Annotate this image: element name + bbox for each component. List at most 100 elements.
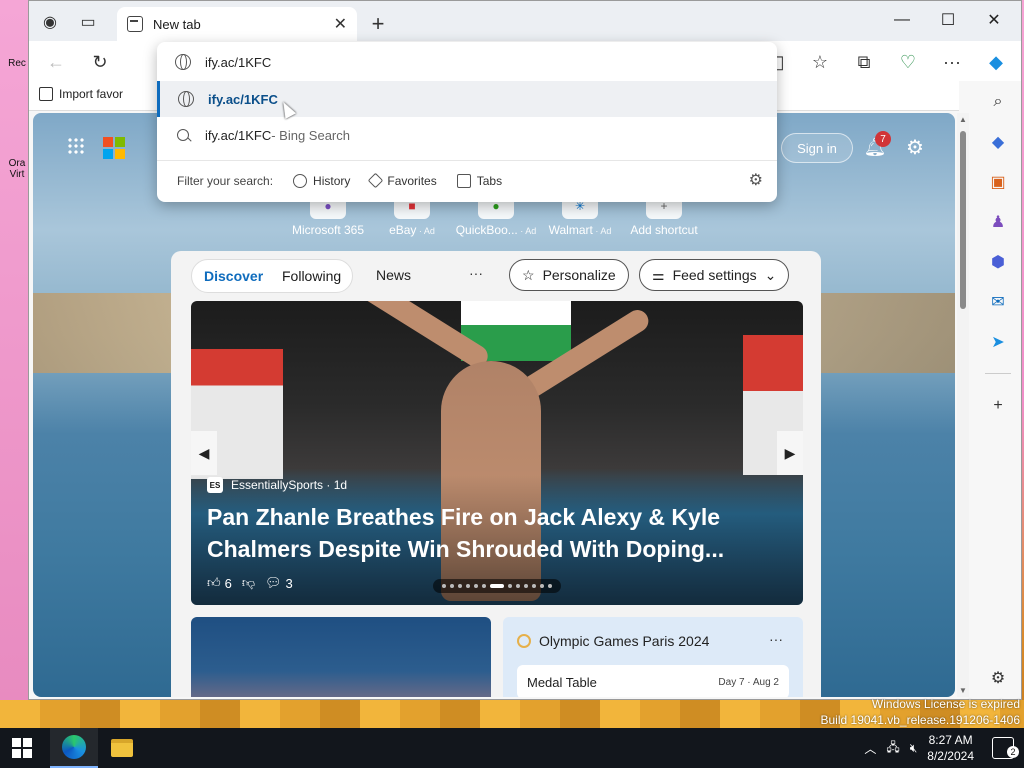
scrollbar-thumb[interactable] bbox=[960, 131, 966, 309]
dislike-button[interactable]: 👎︎ bbox=[242, 575, 255, 591]
sidebar-add-icon[interactable]: + bbox=[983, 391, 1013, 421]
personalize-label: Personalize bbox=[542, 267, 616, 283]
thumbs-down-icon: 👎︎ bbox=[241, 575, 256, 590]
volume-muted-icon[interactable]: 🔇︎ bbox=[910, 741, 918, 756]
desktop-icon-label: Virt bbox=[9, 169, 25, 180]
olympics-card-header: Olympic Games Paris 2024 bbox=[517, 633, 709, 649]
collections-icon[interactable]: ⧉ bbox=[849, 47, 879, 77]
shortcut-label: eBay bbox=[389, 223, 417, 237]
sidebar-microsoft365-icon[interactable]: ⬢ bbox=[983, 247, 1013, 277]
tab-news[interactable]: News bbox=[376, 267, 411, 283]
feed-settings-label: Feed settings bbox=[672, 267, 757, 283]
back-button[interactable]: ← bbox=[41, 47, 71, 77]
new-tab-button[interactable]: + bbox=[363, 9, 393, 39]
taskbar-file-explorer-button[interactable] bbox=[98, 728, 146, 768]
tab-actions-icon[interactable]: ▭ bbox=[73, 7, 103, 37]
tab-following[interactable]: Following bbox=[282, 268, 341, 284]
olympics-card-title: Olympic Games Paris 2024 bbox=[539, 633, 710, 649]
chevron-up-icon[interactable]: ︿ bbox=[864, 740, 876, 757]
page-settings-gear-icon[interactable]: ⚙ bbox=[903, 135, 927, 159]
filter-tabs-button[interactable]: Tabs bbox=[456, 173, 502, 188]
search-settings-gear-icon[interactable]: ⚙ bbox=[749, 170, 763, 190]
sidebar-search-icon[interactable]: ⌕ bbox=[983, 87, 1013, 117]
thumbs-up-icon: 👍︎ bbox=[207, 575, 221, 590]
source-logo-icon: ES bbox=[207, 477, 223, 493]
taskbar: ︿ 🖧︎ 🔇︎ 8:27 AM 8/2/2024 2 bbox=[0, 728, 1024, 768]
windows-start-icon[interactable] bbox=[12, 738, 32, 758]
personalize-icon: ☆ bbox=[522, 266, 535, 283]
sign-in-button[interactable]: Sign in bbox=[781, 133, 853, 163]
microsoft-logo-icon bbox=[103, 137, 125, 159]
filter-label: Filter your search: bbox=[177, 173, 274, 188]
browser-essentials-icon[interactable]: ♡ bbox=[893, 47, 923, 77]
suggestion-text: ify.ac/1KFC bbox=[208, 91, 278, 107]
feed-tab-group: Discover Following bbox=[191, 259, 353, 293]
suggestion-url[interactable]: ify.ac/1KFC bbox=[157, 81, 777, 117]
filter-favorites-button[interactable]: Favorites bbox=[368, 172, 437, 189]
olympics-card[interactable]: Olympic Games Paris 2024 ··· Medal Table… bbox=[503, 617, 803, 697]
taskbar-edge-button[interactable] bbox=[50, 728, 98, 768]
desktop-icon-recycle[interactable]: Rec bbox=[4, 58, 30, 69]
page-scrollbar[interactable]: ▲ ▼ bbox=[957, 113, 969, 697]
article-title[interactable]: Pan Zhanle Breathes Fire on Jack Alexy &… bbox=[207, 501, 767, 565]
address-bar-input[interactable]: ify.ac/1KFC bbox=[157, 44, 777, 80]
feed-more-button[interactable]: ··· bbox=[469, 265, 483, 281]
address-bar-value: ify.ac/1KFC bbox=[205, 54, 272, 70]
taskbar-clock[interactable]: 8:27 AM 8/2/2024 bbox=[927, 732, 974, 764]
article-source: ES EssentiallySports · 1d bbox=[207, 477, 347, 493]
tabs-icon bbox=[456, 173, 471, 188]
favorites-icon[interactable]: ☆ bbox=[805, 47, 835, 77]
edge-icon bbox=[62, 735, 86, 759]
sliders-icon: ⚌ bbox=[652, 266, 665, 283]
like-button[interactable]: 👍︎ 6 bbox=[207, 575, 232, 591]
sidebar-drop-icon[interactable]: ➤ bbox=[983, 327, 1013, 357]
scroll-up-icon[interactable]: ▲ bbox=[959, 115, 967, 124]
desktop-icon-oracle[interactable]: Ora Virt bbox=[4, 158, 30, 180]
settings-more-button[interactable]: ··· bbox=[937, 47, 967, 77]
action-center-badge: 2 bbox=[1007, 746, 1019, 758]
apps-launcher-icon[interactable] bbox=[67, 137, 85, 155]
sidebar-tools-icon[interactable]: ▣ bbox=[983, 167, 1013, 197]
shortcut-label: Microsoft 365 bbox=[291, 223, 365, 237]
history-icon bbox=[293, 173, 308, 188]
suggestion-bing-search[interactable]: ify.ac/1KFC - Bing Search bbox=[157, 117, 777, 153]
medal-table-row[interactable]: Medal Table Day 7 · Aug 2 bbox=[517, 665, 789, 697]
import-favorites-button[interactable]: Import favor bbox=[39, 87, 123, 101]
carousel-pagination[interactable] bbox=[433, 579, 561, 593]
address-bar-dropdown: ify.ac/1KFC ify.ac/1KFC ify.ac/1KFC - Bi… bbox=[157, 42, 777, 202]
gymnastics-article-card[interactable] bbox=[191, 617, 491, 697]
hero-article[interactable]: ◀ ▶ ES EssentiallySports · 1d Pan Zhanle… bbox=[191, 301, 803, 605]
refresh-button[interactable]: ↻ bbox=[85, 47, 115, 77]
sidebar-games-icon[interactable]: ♟ bbox=[983, 207, 1013, 237]
shortcut-label: Walmart bbox=[548, 223, 593, 237]
tab-close-icon[interactable]: ✕ bbox=[334, 14, 347, 34]
personalize-button[interactable]: ☆ Personalize bbox=[509, 259, 629, 291]
filter-history-button[interactable]: History bbox=[293, 173, 350, 188]
tab-discover[interactable]: Discover bbox=[204, 268, 263, 284]
filter-favorites-label: Favorites bbox=[387, 173, 437, 188]
scroll-down-icon[interactable]: ▼ bbox=[959, 686, 967, 695]
close-window-button[interactable]: ✕ bbox=[971, 5, 1017, 35]
minimize-button[interactable]: — bbox=[879, 5, 925, 35]
medal-table-label: Medal Table bbox=[527, 674, 597, 690]
sidebar-settings-icon[interactable]: ⚙ bbox=[983, 663, 1013, 693]
carousel-prev-button[interactable]: ◀ bbox=[191, 431, 217, 475]
shortcut-ad-tag: · Ad bbox=[416, 226, 435, 236]
sidebar-shopping-icon[interactable]: ◆ bbox=[983, 127, 1013, 157]
clock-date: 8/2/2024 bbox=[927, 749, 974, 763]
chevron-down-icon: ⌄ bbox=[764, 266, 777, 283]
tab-new-tab[interactable]: New tab ✕ bbox=[117, 7, 357, 41]
feed-settings-button[interactable]: ⚌ Feed settings ⌄ bbox=[639, 259, 790, 291]
search-icon bbox=[177, 129, 189, 141]
maximize-button[interactable]: ☐ bbox=[925, 5, 971, 35]
olympics-more-button[interactable]: ··· bbox=[769, 631, 783, 647]
action-center-icon[interactable]: 2 bbox=[992, 737, 1019, 759]
search-filter-row: Filter your search: History Favorites Ta… bbox=[157, 160, 777, 200]
carousel-next-button[interactable]: ▶ bbox=[777, 431, 803, 475]
copilot-icon[interactable]: ◆ bbox=[981, 47, 1011, 77]
comment-button[interactable]: 💬︎ 3 bbox=[265, 575, 293, 591]
profile-icon[interactable]: ◉ bbox=[35, 7, 65, 37]
import-icon bbox=[39, 87, 53, 101]
network-icon[interactable]: 🖧︎ bbox=[886, 738, 899, 759]
sidebar-outlook-icon[interactable]: ✉ bbox=[983, 287, 1013, 317]
